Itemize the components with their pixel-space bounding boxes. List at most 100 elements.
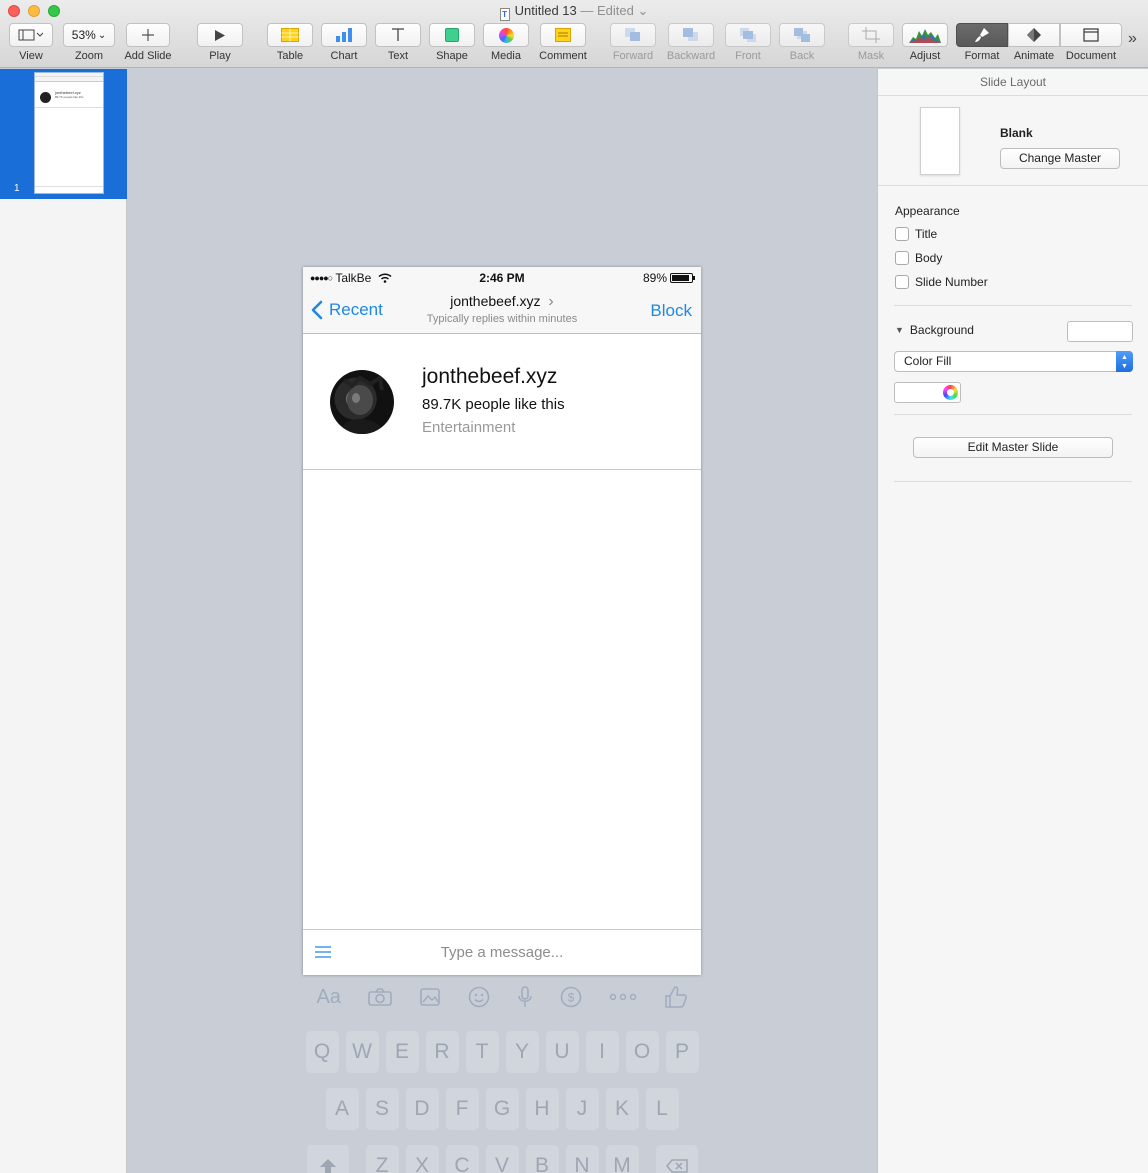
keyboard-key: W	[345, 1031, 379, 1073]
text-button[interactable]: Text	[375, 23, 421, 62]
shape-label: Shape	[436, 50, 468, 62]
inspector-divider	[894, 481, 1132, 482]
view-button[interactable]: View	[9, 23, 53, 62]
comment-button[interactable]: Comment	[537, 23, 589, 62]
slide[interactable]: ●●●●○ TalkBe 2:46 PM 89% Recent jonthebe…	[303, 267, 701, 975]
comment-note-icon	[555, 28, 571, 42]
edit-master-slide-button[interactable]: Edit Master Slide	[913, 437, 1113, 458]
keyboard-key: O	[625, 1031, 659, 1073]
send-to-back-icon	[794, 28, 810, 42]
keyboard-tool-row: Aa $	[303, 975, 701, 1019]
body-checkbox-row[interactable]: Body	[895, 251, 942, 265]
diamond-icon	[1027, 28, 1041, 42]
zoom-label: Zoom	[74, 50, 104, 62]
keyboard-key: M	[605, 1145, 639, 1173]
chevron-right-icon: ›	[548, 293, 554, 310]
chevron-down-icon: ⌄	[97, 29, 107, 41]
color-wheel-icon[interactable]	[943, 385, 958, 400]
keyboard-key: K	[605, 1088, 639, 1130]
table-icon	[281, 28, 299, 42]
keyboard-key: P	[665, 1031, 699, 1073]
mask-button[interactable]: Mask	[848, 23, 894, 62]
window-title[interactable]: T Untitled 13 — Edited ⌄	[0, 3, 1148, 21]
document-button[interactable]: Document	[1060, 23, 1122, 62]
title-checkbox-row[interactable]: Title	[895, 227, 937, 241]
background-color-swatch[interactable]	[1067, 321, 1133, 342]
master-thumbnail[interactable]	[920, 107, 960, 175]
ios-status-bar: ●●●●○ TalkBe 2:46 PM 89%	[303, 267, 701, 289]
camera-icon	[368, 988, 392, 1006]
toolbar-overflow-icon[interactable]: »	[1128, 30, 1137, 48]
play-button[interactable]: Play	[197, 23, 243, 62]
dollar-icon: $	[560, 986, 581, 1008]
battery-fill	[672, 275, 689, 281]
svg-text:$: $	[567, 991, 574, 1005]
shift-arrow-icon	[319, 1159, 336, 1173]
front-label: Front	[735, 50, 761, 62]
chart-button[interactable]: Chart	[321, 23, 367, 62]
animate-button[interactable]: Animate	[1008, 23, 1060, 62]
block-button[interactable]: Block	[650, 301, 692, 321]
keyboard-key: X	[405, 1145, 439, 1173]
animate-label: Animate	[1013, 50, 1055, 62]
emoji-icon	[468, 986, 490, 1008]
keyboard-key: H	[525, 1088, 559, 1130]
thumb-composer-line	[35, 186, 103, 187]
mic-icon	[517, 986, 532, 1007]
photos-flower-icon	[498, 27, 514, 43]
battery-percent: 89%	[642, 271, 667, 285]
adjust-label: Adjust	[909, 50, 941, 62]
slide-number-checkbox[interactable]	[895, 275, 909, 289]
table-button[interactable]: Table	[267, 23, 313, 62]
text-t-icon	[392, 28, 404, 41]
send-backward-icon	[683, 28, 698, 41]
media-button[interactable]: Media	[483, 23, 529, 62]
keyboard-key: U	[545, 1031, 579, 1073]
zoom-menu[interactable]: 53% ⌄ Zoom	[63, 23, 115, 62]
adjust-button[interactable]: Adjust	[902, 23, 948, 62]
keyboard-key: J	[565, 1088, 599, 1130]
slide-number-checkbox-row[interactable]: Slide Number	[895, 275, 988, 289]
keyboard-key: A	[325, 1088, 359, 1130]
page-like-count: 89.7K people like this	[422, 396, 565, 413]
more-icon	[609, 993, 636, 1001]
body-checkbox-label: Body	[915, 251, 943, 265]
slide-thumbnail-1[interactable]: 1 jonthebeef.xyz 89.7K people like this	[0, 69, 127, 199]
keyboard-ghost: Aa $ QWERTYUIOP ASDFGHJKL ZXCVBNM	[303, 975, 701, 1173]
change-master-button[interactable]: Change Master	[1000, 148, 1120, 169]
format-button[interactable]: Format	[956, 23, 1008, 62]
body-checkbox[interactable]	[895, 251, 909, 265]
color-well[interactable]	[894, 382, 961, 403]
avatar[interactable]	[330, 370, 394, 434]
back-button[interactable]: Back	[779, 23, 825, 62]
fill-type-value: Color Fill	[904, 354, 952, 368]
add-slide-button[interactable]: Add Slide	[122, 23, 174, 62]
fill-type-select[interactable]: Color Fill ▲ ▼	[894, 351, 1133, 372]
title-checkbox[interactable]	[895, 227, 909, 241]
keyboard-key: S	[365, 1088, 399, 1130]
status-time: 2:46 PM	[479, 271, 525, 285]
mask-icon	[862, 27, 880, 43]
keyboard-key: D	[405, 1088, 439, 1130]
inspector-divider	[894, 305, 1132, 306]
slide-navigator: 1 jonthebeef.xyz 89.7K people like this	[0, 69, 127, 1173]
shape-button[interactable]: Shape	[429, 23, 475, 62]
front-button[interactable]: Front	[725, 23, 771, 62]
conversation-title[interactable]: jonthebeef.xyz ›	[303, 293, 701, 311]
keyboard-key: G	[485, 1088, 519, 1130]
backward-button[interactable]: Backward	[664, 23, 718, 62]
page-profile-card[interactable]: jonthebeef.xyz 89.7K people like this En…	[303, 334, 701, 470]
inspector-divider	[894, 414, 1132, 415]
keyboard-key: N	[565, 1145, 599, 1173]
bring-forward-icon	[625, 28, 640, 41]
keyboard-key: T	[465, 1031, 499, 1073]
message-input[interactable]: Type a message...	[303, 944, 701, 961]
format-inspector: Slide Layout Blank Change Master Appeara…	[877, 69, 1148, 1173]
background-section-toggle[interactable]: ▼ Background	[895, 323, 974, 337]
add-slide-label: Add Slide	[124, 50, 172, 62]
forward-button[interactable]: Forward	[610, 23, 656, 62]
messenger-nav-bar: Recent jonthebeef.xyz › Typically replie…	[303, 289, 701, 334]
slide-canvas[interactable]: ●●●●○ TalkBe 2:46 PM 89% Recent jonthebe…	[127, 69, 877, 1173]
avatar-photo	[338, 374, 386, 434]
document-label: Document	[1065, 50, 1117, 62]
